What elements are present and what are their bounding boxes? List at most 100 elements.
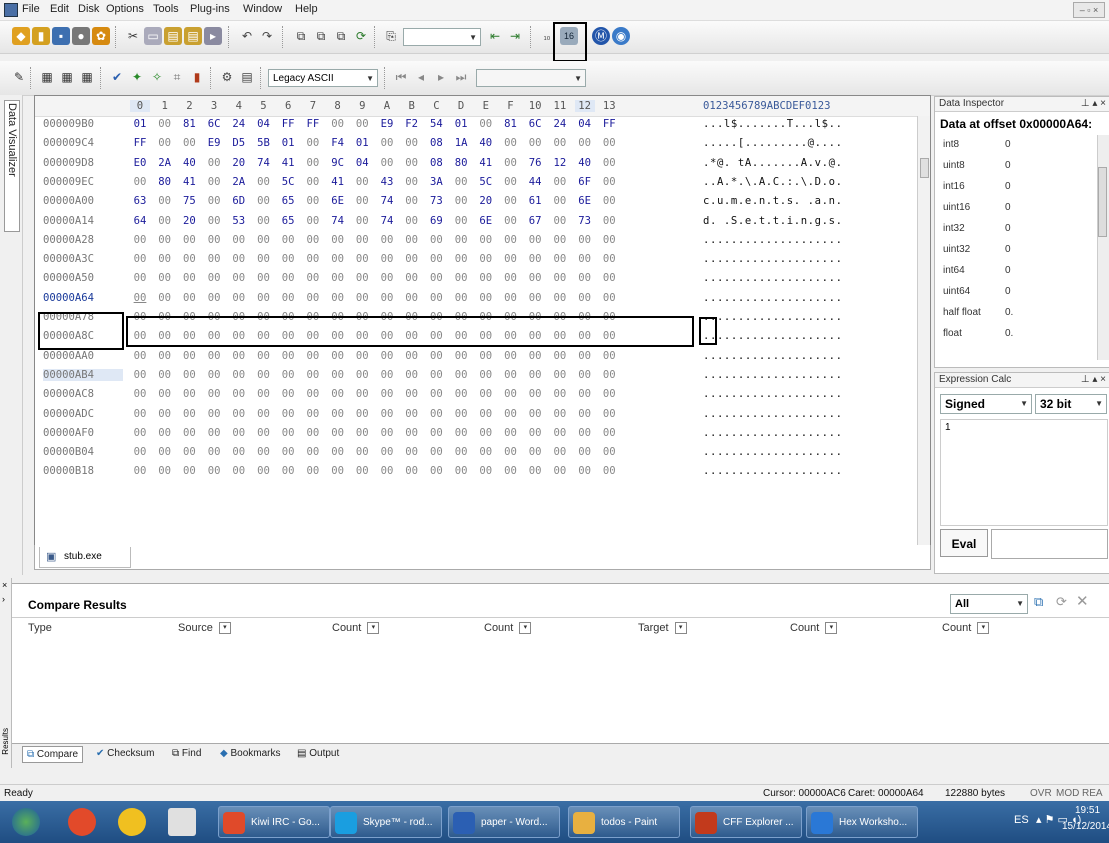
hex-row[interactable]: 00000A00 63 00 75 00 6D 00 65 00 6E 00 74 00 73 00 20 00… bbox=[35, 195, 930, 213]
hex-byte[interactable]: 00 bbox=[501, 388, 521, 400]
menu-window[interactable]: Window bbox=[243, 3, 282, 15]
hex-byte[interactable]: 00 bbox=[402, 292, 422, 304]
hex-byte[interactable]: 00 bbox=[476, 350, 496, 362]
hex-byte[interactable]: 00 bbox=[254, 272, 274, 284]
column-target[interactable]: Target ▾ bbox=[638, 622, 687, 635]
column-source[interactable]: Source ▾ bbox=[178, 622, 231, 635]
hex-byte[interactable]: 73 bbox=[426, 195, 446, 207]
hex-byte[interactable]: 00 bbox=[451, 272, 471, 284]
hex-byte[interactable]: 63 bbox=[130, 195, 150, 207]
column-count-4[interactable]: Count ▾ bbox=[942, 622, 990, 635]
hex-byte[interactable]: 00 bbox=[229, 350, 249, 362]
hex-byte[interactable]: 00 bbox=[402, 369, 422, 381]
hex-byte[interactable]: 00 bbox=[179, 253, 199, 265]
hex-byte[interactable]: 00 bbox=[451, 388, 471, 400]
hex-byte[interactable]: 00 bbox=[501, 408, 521, 420]
hex-byte[interactable]: 00 bbox=[254, 427, 274, 439]
hex-byte[interactable]: 81 bbox=[179, 118, 199, 130]
app-quicklaunch-icon[interactable] bbox=[168, 808, 196, 836]
hex-byte[interactable]: 00 bbox=[328, 408, 348, 420]
menu-disk[interactable]: Disk bbox=[78, 3, 99, 15]
file-tab-stub[interactable]: ▣ stub.exe bbox=[39, 547, 131, 568]
hex-byte[interactable]: E9 bbox=[377, 118, 397, 130]
hex-byte[interactable]: 00 bbox=[377, 427, 397, 439]
prev-icon[interactable]: ◂ bbox=[412, 68, 430, 86]
hex-byte[interactable]: 00 bbox=[476, 465, 496, 477]
edit-icon[interactable]: ✎ bbox=[10, 68, 28, 86]
hex-byte[interactable]: 00 bbox=[204, 350, 224, 362]
eval-button[interactable]: Eval bbox=[940, 529, 988, 557]
hex-byte[interactable]: 00 bbox=[501, 292, 521, 304]
hex-byte[interactable]: 00 bbox=[352, 292, 372, 304]
hex-byte[interactable]: 00 bbox=[550, 272, 570, 284]
ascii-text[interactable]: .................... bbox=[703, 369, 843, 381]
hex-byte[interactable]: 00 bbox=[352, 272, 372, 284]
hex-byte[interactable]: E9 bbox=[204, 137, 224, 149]
hex-byte[interactable]: 00 bbox=[352, 215, 372, 227]
hex-byte[interactable]: 00 bbox=[352, 253, 372, 265]
hex-byte[interactable]: 00 bbox=[328, 118, 348, 130]
hex-byte[interactable]: 00 bbox=[328, 272, 348, 284]
hex-byte[interactable]: 00 bbox=[501, 157, 521, 169]
pin-icon[interactable]: ⊥ ▴ × bbox=[1081, 373, 1106, 387]
hex-byte[interactable]: 00 bbox=[599, 195, 619, 207]
hex-byte[interactable]: 00 bbox=[130, 427, 150, 439]
hex-byte[interactable]: 00 bbox=[155, 388, 175, 400]
hex-byte[interactable]: 00 bbox=[278, 253, 298, 265]
browser-quicklaunch-icon[interactable] bbox=[68, 808, 96, 836]
next-icon[interactable]: ▸ bbox=[432, 68, 450, 86]
hex-byte[interactable]: 00 bbox=[204, 292, 224, 304]
menu-edit[interactable]: Edit bbox=[50, 3, 69, 15]
hex-byte[interactable]: 00 bbox=[179, 369, 199, 381]
hex-byte[interactable]: 00 bbox=[303, 427, 323, 439]
hex-byte[interactable]: 00 bbox=[599, 427, 619, 439]
hex-byte[interactable]: 00 bbox=[525, 408, 545, 420]
hex-byte[interactable]: 00 bbox=[402, 215, 422, 227]
hex-byte[interactable]: 00 bbox=[229, 292, 249, 304]
hex-byte[interactable]: 61 bbox=[525, 195, 545, 207]
hex-byte[interactable]: 00 bbox=[179, 446, 199, 458]
filter-icon[interactable]: ▾ bbox=[825, 622, 838, 635]
new-icon[interactable]: ◆ bbox=[12, 27, 30, 45]
hex-byte[interactable]: 00 bbox=[229, 369, 249, 381]
hex-byte[interactable]: 00 bbox=[550, 408, 570, 420]
hex-byte[interactable]: 00 bbox=[278, 234, 298, 246]
hex-byte[interactable]: 00 bbox=[303, 215, 323, 227]
hex-byte[interactable]: 00 bbox=[599, 215, 619, 227]
hex-byte[interactable]: 00 bbox=[426, 446, 446, 458]
undo-icon[interactable]: ↶ bbox=[238, 27, 256, 45]
hex-byte[interactable]: 00 bbox=[402, 157, 422, 169]
hex-byte[interactable]: 00 bbox=[328, 465, 348, 477]
hex-byte[interactable]: 00 bbox=[204, 465, 224, 477]
find-icon[interactable]: ⧉ bbox=[292, 27, 310, 45]
hex-byte[interactable]: 00 bbox=[501, 137, 521, 149]
hex-byte[interactable]: 00 bbox=[130, 272, 150, 284]
hex-byte[interactable]: 00 bbox=[377, 408, 397, 420]
hex-byte[interactable]: 1A bbox=[451, 137, 471, 149]
hex-byte[interactable]: 74 bbox=[377, 215, 397, 227]
hex-byte[interactable]: 00 bbox=[550, 427, 570, 439]
hex-byte[interactable]: 00 bbox=[402, 446, 422, 458]
hex-byte[interactable]: 00 bbox=[155, 446, 175, 458]
hex-byte[interactable]: 00 bbox=[575, 272, 595, 284]
hex-byte[interactable]: 00 bbox=[155, 234, 175, 246]
find-next-icon[interactable]: ⧉ bbox=[332, 27, 350, 45]
hex-byte[interactable]: 44 bbox=[525, 176, 545, 188]
menu-help[interactable]: Help bbox=[295, 3, 318, 15]
hex-byte[interactable]: 64 bbox=[130, 215, 150, 227]
hex-byte[interactable]: 00 bbox=[476, 234, 496, 246]
hex-byte[interactable]: 00 bbox=[476, 369, 496, 381]
taskbar-app[interactable]: Kiwi IRC - Go... bbox=[218, 806, 330, 838]
hex-row[interactable]: 00000A14 64 00 20 00 53 00 65 00 74 00 74 00 69 00 6E 00… bbox=[35, 215, 930, 233]
hex-byte[interactable]: 04 bbox=[254, 118, 274, 130]
hex-byte[interactable]: 00 bbox=[254, 465, 274, 477]
hex-byte[interactable]: 00 bbox=[575, 408, 595, 420]
hex-byte[interactable]: 00 bbox=[451, 465, 471, 477]
hex-byte[interactable]: 00 bbox=[402, 350, 422, 362]
hex-byte[interactable]: 20 bbox=[229, 157, 249, 169]
hex-byte[interactable]: 00 bbox=[575, 137, 595, 149]
hex-byte[interactable]: 00 bbox=[451, 234, 471, 246]
hex-byte[interactable]: 00 bbox=[254, 253, 274, 265]
settings-icon[interactable]: ⚙ bbox=[218, 68, 236, 86]
hex-byte[interactable]: 00 bbox=[525, 272, 545, 284]
